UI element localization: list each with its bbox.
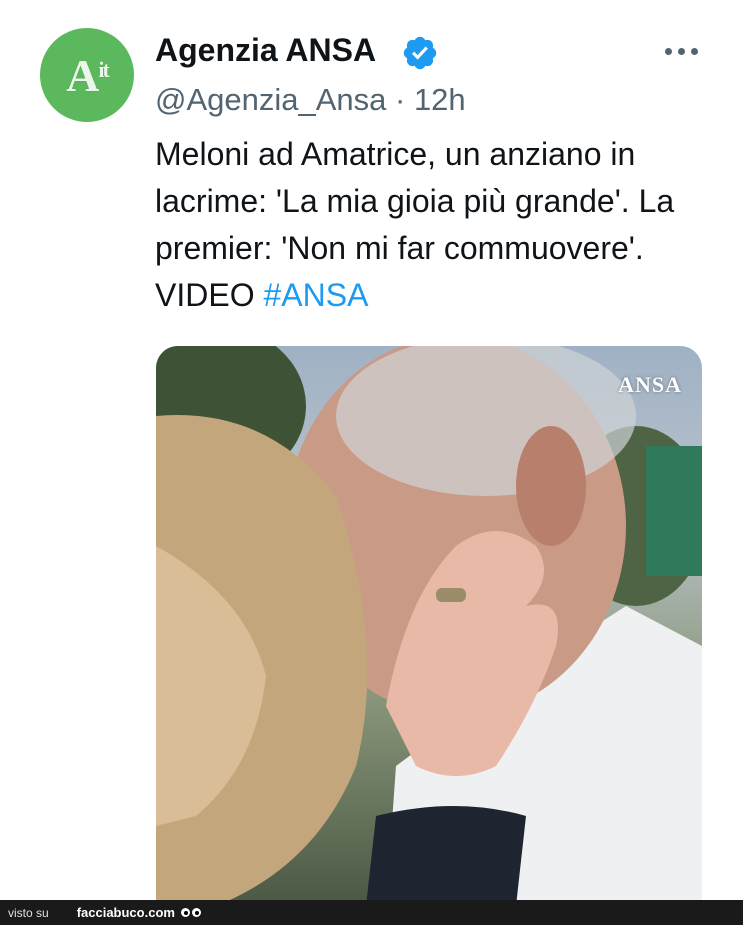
video-frame [156,346,702,906]
more-options-icon [664,47,672,55]
video-watermark: ANSA [618,372,682,397]
site-footer: visto su facciabuco.com [0,900,743,925]
tweet-text: Meloni ad Amatrice, un anziano in lacrim… [155,131,730,319]
footer-site-link[interactable]: facciabuco.com [77,905,175,920]
author-name[interactable]: Agenzia ANSA [155,30,376,70]
ansa-it-logo: Ait [66,49,110,101]
handle-and-time[interactable]: @Agenzia_Ansa · 12h [155,80,466,120]
more-options-button[interactable] [656,36,706,66]
hashtag-link[interactable]: #ANSA [263,277,368,313]
eyes-icon [180,908,201,917]
tweet-text-body: Meloni ad Amatrice, un anziano in lacrim… [155,136,675,313]
more-options-dot [690,47,698,55]
tweet-video[interactable]: ANSA [156,346,702,906]
footer-prefix: visto su [8,905,49,920]
avatar[interactable]: Ait [40,28,134,122]
verified-badge-icon [403,36,437,70]
more-options-dot [677,47,685,55]
